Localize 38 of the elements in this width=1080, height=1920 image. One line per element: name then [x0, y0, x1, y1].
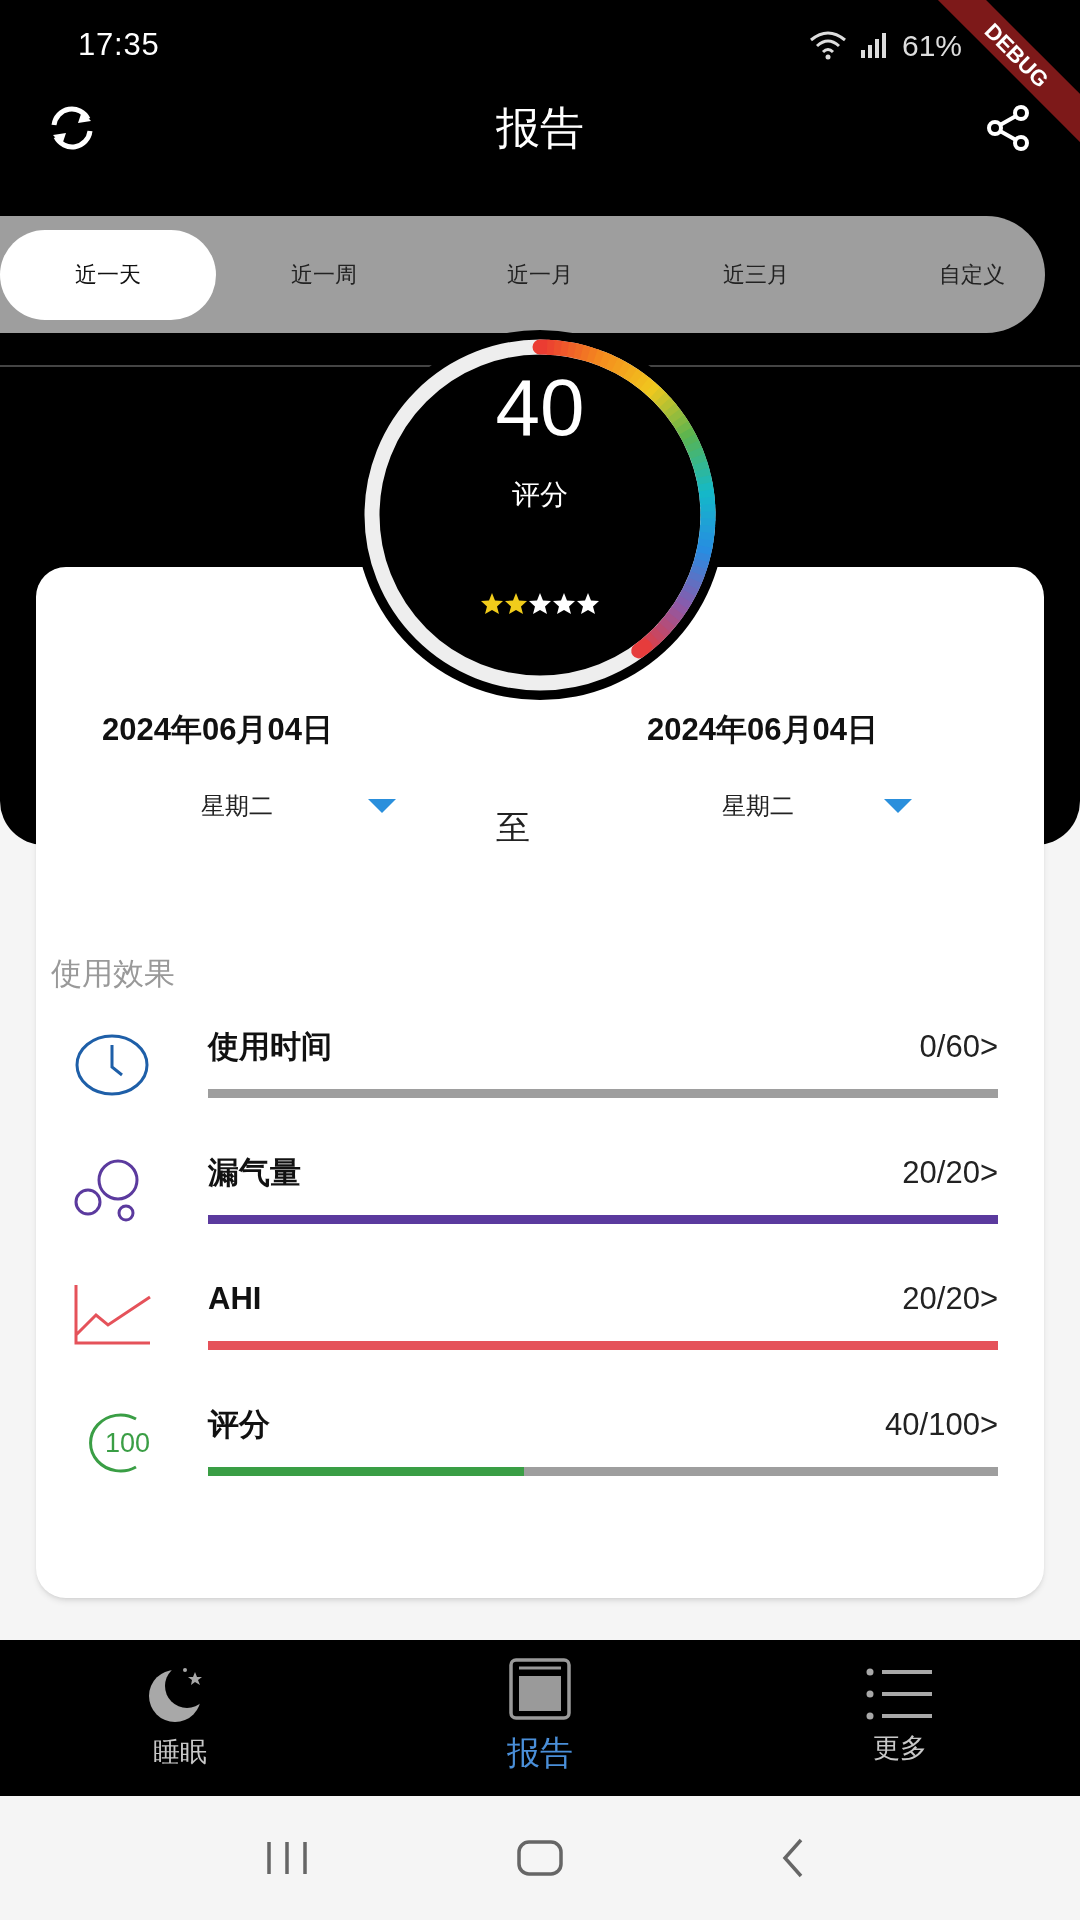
status-time: 17:35 [78, 25, 160, 64]
star-icon [552, 592, 576, 615]
dropdown-icon [368, 798, 396, 813]
start-weekday-dropdown[interactable]: 星期二 [201, 787, 396, 824]
period-tab[interactable]: 近一天 [0, 229, 216, 320]
metric-value-link[interactable]: 20/20> [902, 1149, 998, 1197]
dropdown-icon [884, 798, 912, 813]
score-label: 评分 [512, 478, 568, 512]
metric-value-link[interactable]: 0/60> [919, 1023, 998, 1071]
period-tab[interactable]: 近三月 [648, 229, 864, 320]
metric-label: 评分 [208, 1405, 270, 1444]
metric-value-link[interactable]: 40/100> [885, 1401, 998, 1449]
star-icon [504, 592, 528, 615]
star-icon [528, 592, 552, 615]
report-icon [509, 1658, 571, 1721]
nav-tab[interactable]: 报告 [360, 1658, 720, 1778]
score-value: 40 [495, 368, 585, 448]
page-title: 报告 [496, 102, 584, 154]
metric-label: 漏气量 [208, 1153, 301, 1192]
separator-text: 至 [496, 806, 530, 848]
period-tab[interactable]: 近一周 [216, 229, 432, 320]
period-tab[interactable]: 自定义 [864, 229, 1080, 320]
metric-label: 使用时间 [208, 1027, 332, 1066]
metric-value-link[interactable]: 20/20> [902, 1275, 998, 1323]
period-tab[interactable]: 近一月 [432, 229, 648, 320]
start-date: 2024年06月04日 [102, 711, 333, 749]
nav-tab[interactable]: 睡眠 [0, 1663, 360, 1773]
end-date: 2024年06月04日 [647, 711, 878, 749]
wifi-icon [807, 30, 848, 60]
star-icon [480, 592, 504, 615]
section-title: 使用效果 [51, 954, 176, 993]
star-icon [576, 592, 600, 615]
battery-percentage: 61% [901, 27, 962, 64]
metric-label: AHI [208, 1279, 262, 1318]
list-icon [866, 1667, 934, 1720]
end-weekday-dropdown[interactable]: 星期二 [722, 787, 912, 824]
nav-tab[interactable]: 更多 [720, 1667, 1080, 1769]
home-button[interactable] [515, 1838, 565, 1878]
